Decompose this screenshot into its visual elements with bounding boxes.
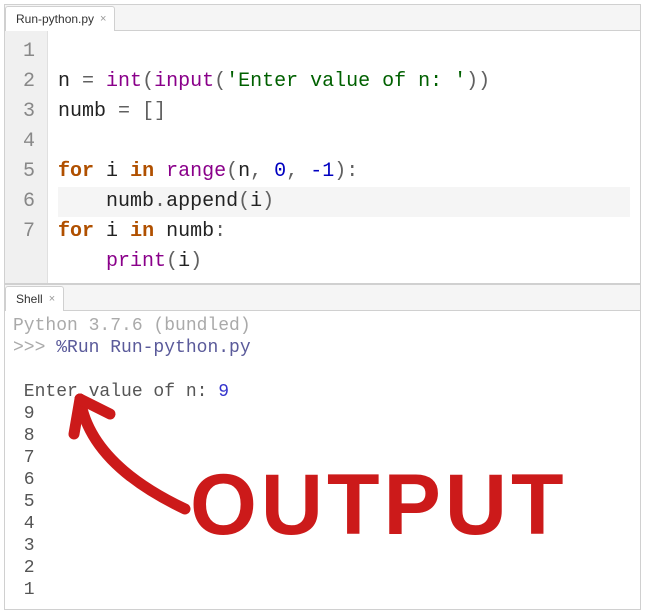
shell-output-line: 9 [13,404,35,424]
editor-tabbar: Run-python.py × [5,5,640,31]
code-line[interactable]: n = int(input('Enter value of n: ')) [58,67,630,97]
editor-tab[interactable]: Run-python.py × [5,6,115,31]
shell-tab-label: Shell [16,292,43,306]
editor-panel: Run-python.py × 1 2 3 4 5 6 7 n = int(in… [4,4,641,284]
code-line[interactable] [58,127,630,157]
code-line[interactable]: print(i) [58,247,630,277]
line-number: 3 [23,97,35,127]
line-number: 5 [23,157,35,187]
shell-command: %Run Run-python.py [56,338,250,358]
shell-output-line: 7 [13,448,35,468]
shell-output-line: 6 [13,470,35,490]
line-number: 1 [23,37,35,67]
code-line[interactable]: for i in numb: [58,217,630,247]
shell-tab[interactable]: Shell × [5,286,64,311]
code-line[interactable]: numb = [] [58,97,630,127]
code-line[interactable]: numb.append(i) [58,187,630,217]
line-number-gutter: 1 2 3 4 5 6 7 [5,31,48,283]
close-icon[interactable]: × [49,294,55,305]
shell-body[interactable]: Python 3.7.6 (bundled) >>> %Run Run-pyth… [5,311,640,609]
shell-input-value: 9 [218,382,229,402]
line-number: 7 [23,217,35,247]
shell-output-line: 4 [13,514,35,534]
close-icon[interactable]: × [100,14,106,25]
shell-tabbar: Shell × [5,285,640,311]
shell-prompt: >>> [13,338,56,358]
shell-input-prompt: Enter value of n: [13,382,218,402]
shell-output-line: 8 [13,426,35,446]
line-number: 6 [23,187,35,217]
shell-output-line: 5 [13,492,35,512]
line-number: 2 [23,67,35,97]
shell-output-line: 2 [13,558,35,578]
shell-output-line: 3 [13,536,35,556]
code-line[interactable]: for i in range(n, 0, -1): [58,157,630,187]
line-number: 4 [23,127,35,157]
shell-output-line: 1 [13,580,35,600]
shell-version: Python 3.7.6 (bundled) [13,316,251,336]
editor-body[interactable]: 1 2 3 4 5 6 7 n = int(input('Enter value… [5,31,640,283]
editor-tab-label: Run-python.py [16,12,94,26]
code-area[interactable]: n = int(input('Enter value of n: '))numb… [48,31,640,283]
shell-panel: Shell × Python 3.7.6 (bundled) >>> %Run … [4,284,641,610]
